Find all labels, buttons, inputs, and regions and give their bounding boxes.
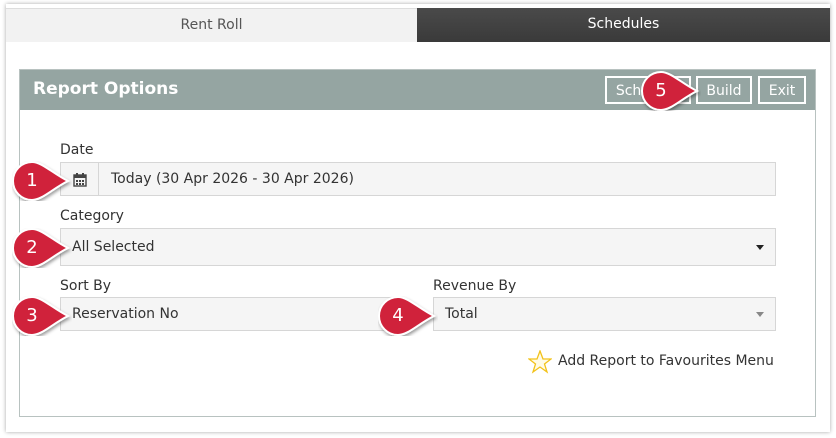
calendar-icon: [73, 173, 87, 187]
category-label: Category: [60, 208, 124, 224]
revenue-by-select[interactable]: Total: [433, 297, 776, 331]
callout-marker-1: 1: [12, 161, 71, 207]
exit-button[interactable]: Exit: [758, 76, 806, 104]
panel-title: Report Options: [33, 79, 179, 99]
callout-marker-2: 2: [12, 228, 71, 274]
tab-bar: Rent Roll Schedules: [6, 4, 830, 42]
caret-down-icon: [756, 245, 764, 250]
revenue-by-value: Total: [445, 306, 478, 322]
add-to-favourites-label: Add Report to Favourites Menu: [558, 353, 774, 369]
category-select[interactable]: All Selected: [60, 228, 776, 266]
marker-5-number: 5: [655, 80, 667, 101]
build-button[interactable]: Build: [696, 76, 752, 104]
marker-1-number: 1: [26, 170, 38, 191]
marker-2-number: 2: [26, 237, 38, 258]
marker-4-number: 4: [392, 305, 404, 326]
caret-down-icon: [756, 312, 764, 317]
star-icon: [528, 350, 552, 374]
sort-by-label: Sort By: [60, 278, 112, 294]
tab-schedules[interactable]: Schedules: [417, 8, 830, 42]
callout-marker-4: 4: [378, 296, 437, 342]
tab-rent-roll[interactable]: Rent Roll: [6, 8, 417, 42]
category-value: All Selected: [72, 239, 155, 255]
date-label: Date: [60, 142, 94, 158]
date-value: Today (30 Apr 2026 - 30 Apr 2026): [111, 171, 354, 187]
date-field[interactable]: Today (30 Apr 2026 - 30 Apr 2026): [60, 162, 776, 196]
sort-by-select[interactable]: Reservation No: [60, 297, 400, 331]
revenue-by-label: Revenue By: [433, 278, 517, 294]
callout-marker-3: 3: [12, 296, 71, 342]
sort-by-value: Reservation No: [72, 306, 179, 322]
callout-marker-5: 5: [641, 71, 700, 117]
marker-3-number: 3: [26, 305, 38, 326]
